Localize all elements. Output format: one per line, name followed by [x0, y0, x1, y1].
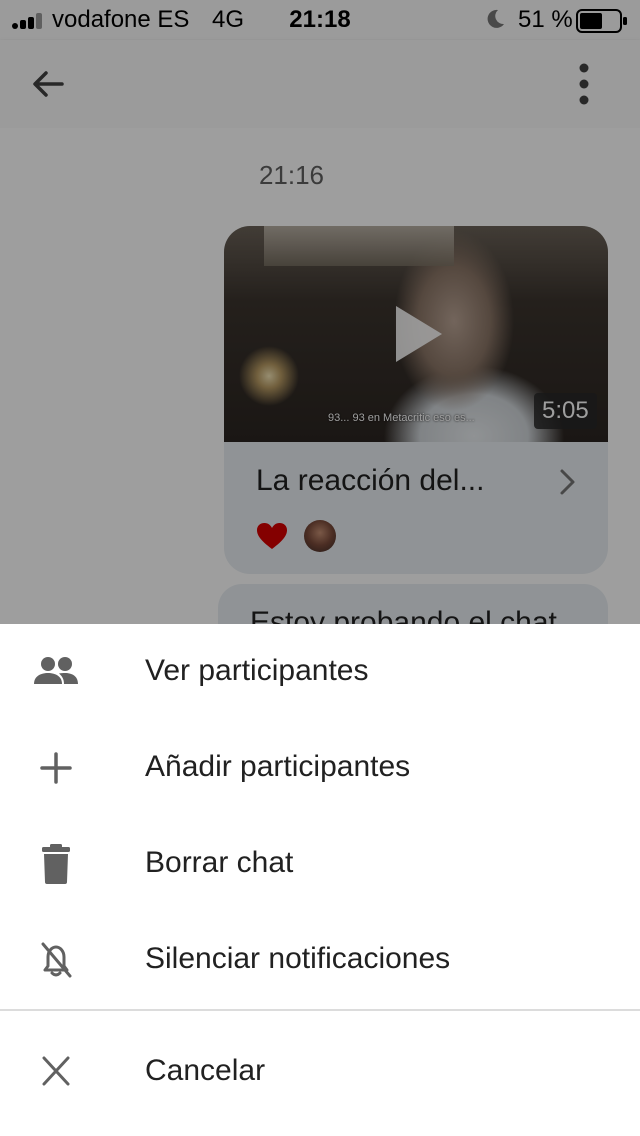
menu-item-ver-participantes[interactable]: Ver participantes [0, 624, 640, 720]
close-icon [42, 1056, 70, 1086]
menu-item-silenciar-notificaciones[interactable]: Silenciar notificaciones [0, 912, 640, 1008]
menu-item-label: Silenciar notificaciones [145, 942, 451, 975]
menu-item-label: Ver participantes [145, 654, 369, 687]
plus-icon [40, 752, 72, 784]
cancel-button[interactable]: Cancelar [0, 1024, 640, 1120]
options-bottom-sheet: Ver participantes Añadir participantes B… [0, 624, 640, 1136]
menu-item-label: Borrar chat [145, 846, 294, 879]
trash-icon [42, 844, 70, 884]
menu-item-anadir-participantes[interactable]: Añadir participantes [0, 720, 640, 816]
menu-divider [0, 1009, 640, 1011]
cancel-label: Cancelar [145, 1054, 266, 1087]
people-icon [34, 657, 78, 684]
menu-item-borrar-chat[interactable]: Borrar chat [0, 816, 640, 912]
menu-item-label: Añadir participantes [145, 750, 411, 783]
modal-scrim[interactable] [0, 0, 640, 624]
notifications-off-icon [41, 942, 72, 978]
